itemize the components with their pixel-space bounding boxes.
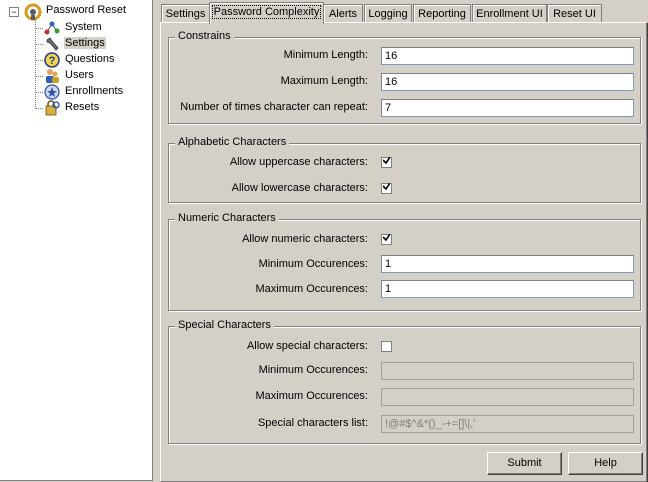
network-icon [44, 21, 60, 35]
special-max-input[interactable] [381, 388, 634, 406]
tree-item-users[interactable]: Users [0, 68, 152, 84]
group-title: Alphabetic Characters [175, 136, 290, 148]
tab-label: Reset UI [553, 8, 596, 20]
lowercase-checkbox[interactable] [381, 183, 392, 194]
tab-logging[interactable]: Logging [364, 4, 412, 23]
users-icon [46, 69, 59, 83]
tab-reporting[interactable]: Reporting [413, 4, 471, 23]
repeat-label: Number of times character can repeat: [180, 101, 368, 113]
tab-label: Alerts [328, 8, 358, 20]
special-list-label: Special characters list: [257, 417, 368, 429]
tree-item-system[interactable]: System [0, 20, 152, 36]
tab-password-complexity[interactable]: Password Complexity [209, 2, 324, 24]
tree-item-label: System [65, 21, 102, 33]
max-length-input[interactable]: 16 [381, 73, 634, 91]
special-min-input[interactable] [381, 362, 634, 380]
tree-item-label: Enrollments [65, 85, 124, 97]
wrench-icon [46, 37, 59, 51]
numeric-max-input[interactable]: 1 [381, 280, 634, 298]
question-icon: ? [44, 52, 60, 68]
allow-numeric-checkbox[interactable] [381, 234, 392, 245]
reset-icon [45, 100, 60, 116]
checkmark-icon [383, 157, 390, 164]
tab-settings[interactable]: Settings [161, 4, 210, 23]
tree-item-label: Resets [65, 101, 100, 113]
special-min-label: Minimum Occurences: [258, 364, 368, 376]
checkmark-icon [383, 183, 390, 190]
constrains-group: Constrains Minimum Length: 16 Maximum Le… [168, 30, 641, 124]
password-reset-icon [24, 3, 42, 21]
max-length-label: Maximum Length: [280, 75, 368, 87]
lowercase-label: Allow lowercase characters: [231, 182, 368, 194]
min-length-input[interactable]: 16 [381, 47, 634, 65]
tab-label: Enrollment UI [476, 8, 543, 20]
group-title: Numeric Characters [175, 212, 279, 224]
tab-label: Password Complexity [211, 5, 322, 19]
navigation-tree: − Password Reset System Settings ? Quest… [0, 0, 153, 481]
group-title: Constrains [175, 30, 234, 42]
enrollment-icon [44, 84, 60, 100]
allow-numeric-label: Allow numeric characters: [242, 233, 368, 245]
tree-item-label: Questions [65, 53, 115, 65]
allow-special-checkbox[interactable] [381, 341, 392, 352]
tab-label: Settings [165, 8, 206, 20]
uppercase-checkbox[interactable] [381, 157, 392, 168]
special-group: Special Characters Allow special charact… [168, 319, 641, 444]
help-button[interactable]: Help [568, 452, 643, 475]
tree-item-settings[interactable]: Settings [0, 36, 152, 52]
special-max-label: Maximum Occurences: [255, 390, 368, 402]
tab-label: Reporting [418, 8, 466, 20]
numeric-group: Numeric Characters Allow numeric charact… [168, 212, 641, 311]
tab-label: Logging [368, 8, 408, 20]
tree-item-resets[interactable]: Resets [0, 100, 152, 116]
special-list-input[interactable]: !@#$^&*()_-+=[]\|,' [381, 415, 634, 433]
allow-special-label: Allow special characters: [246, 340, 368, 352]
submit-button[interactable]: Submit [487, 452, 562, 475]
repeat-input[interactable]: 7 [381, 99, 634, 117]
tree-item-enrollments[interactable]: Enrollments [0, 84, 152, 100]
numeric-max-label: Maximum Occurences: [255, 283, 368, 295]
tree-item-label: Users [65, 69, 94, 81]
tab-alerts[interactable]: Alerts [323, 4, 363, 23]
tree-item-label: Settings [64, 37, 106, 49]
numeric-min-input[interactable]: 1 [381, 255, 634, 273]
tab-reset-ui[interactable]: Reset UI [547, 4, 602, 23]
collapse-toggle[interactable]: − [9, 7, 19, 17]
min-length-label: Minimum Length: [283, 49, 368, 61]
numeric-min-label: Minimum Occurences: [258, 258, 368, 270]
uppercase-label: Allow uppercase characters: [229, 156, 368, 168]
svg-text:?: ? [49, 55, 56, 67]
group-title: Special Characters [175, 319, 274, 331]
tree-root-label[interactable]: Password Reset [46, 4, 126, 16]
tree-item-questions[interactable]: ? Questions [0, 52, 152, 68]
tab-enrollment-ui[interactable]: Enrollment UI [472, 4, 547, 23]
checkmark-icon [383, 234, 390, 241]
alphabetic-group: Alphabetic Characters Allow uppercase ch… [168, 136, 641, 203]
